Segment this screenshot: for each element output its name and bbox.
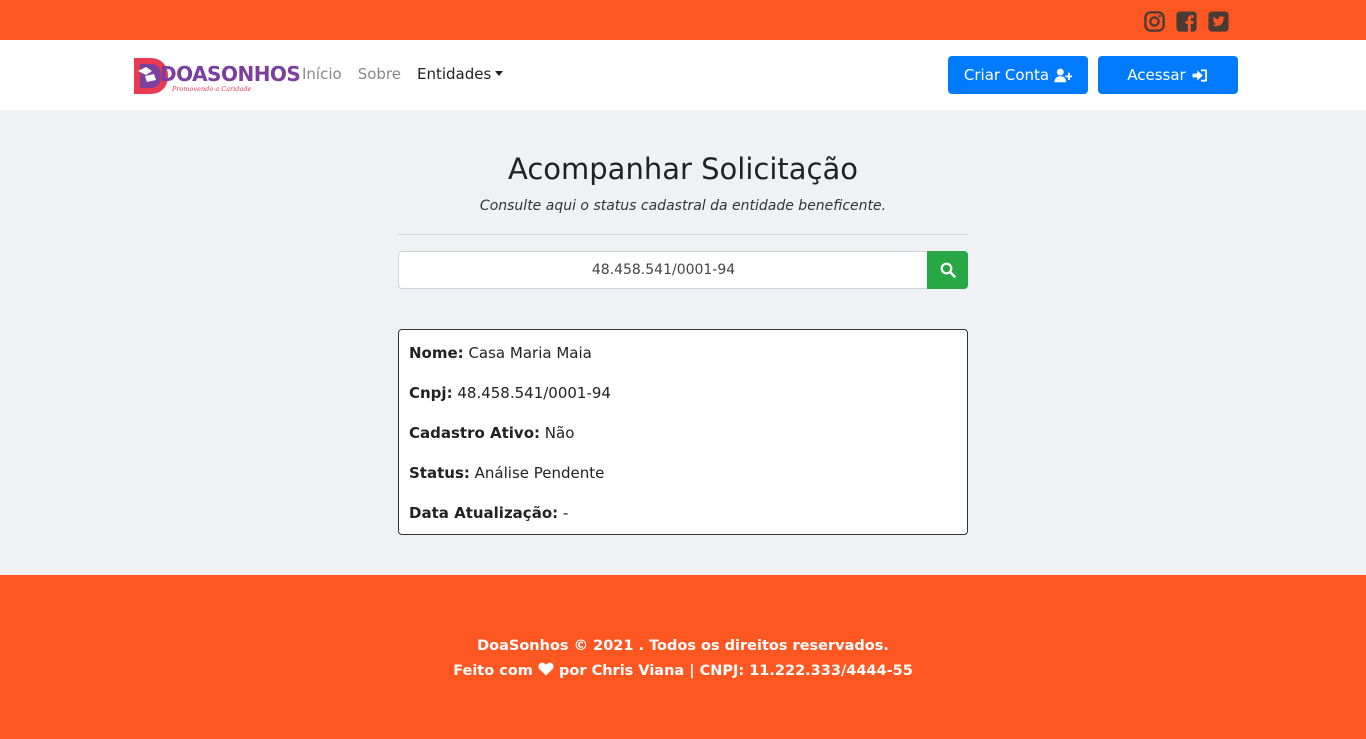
- nome-value: Casa Maria Maia: [468, 344, 592, 362]
- caret-down-icon: [495, 71, 504, 76]
- result-card: Nome: Casa Maria Maia Cnpj: 48.458.541/0…: [398, 329, 968, 535]
- page-subtitle: Consulte aqui o status cadastral da enti…: [479, 198, 887, 214]
- brand-tagline: Promovendo a Caridade: [172, 85, 252, 93]
- brand-logo[interactable]: DOASONHOS Promovendo a Caridade: [130, 52, 301, 98]
- criar-conta-label: Criar Conta: [963, 66, 1050, 84]
- top-bar: [0, 0, 1366, 40]
- heart-icon: [538, 662, 554, 676]
- instagram-icon[interactable]: [1143, 10, 1166, 33]
- cnpj-value: 48.458.541/0001-94: [457, 384, 611, 402]
- nav-sobre[interactable]: Sobre: [358, 65, 401, 83]
- social-links: [1143, 10, 1230, 33]
- search-icon: [940, 262, 956, 278]
- footer-made-with: Feito com: [453, 663, 533, 679]
- result-row-data: Data Atualização: -: [409, 504, 568, 522]
- twitter-icon[interactable]: [1207, 10, 1230, 33]
- nav-entidades-dropdown[interactable]: Entidades: [417, 65, 504, 83]
- facebook-icon[interactable]: [1175, 10, 1198, 33]
- cnpj-label: Cnpj:: [409, 384, 453, 402]
- nav-entidades-label: Entidades: [417, 65, 492, 83]
- sign-in-icon: [1192, 68, 1207, 82]
- footer-author: por Chris Viana | CNPJ: 11.222.333/4444-…: [559, 663, 913, 679]
- footer-copyright: DoaSonhos © 2021 . Todos os direitos res…: [477, 638, 889, 654]
- footer-credits: Feito com por Chris Viana | CNPJ: 11.222…: [0, 662, 1366, 679]
- acessar-button[interactable]: Acessar: [1098, 56, 1238, 94]
- user-plus-icon: [1054, 68, 1073, 82]
- ativo-label: Cadastro Ativo:: [409, 424, 541, 442]
- page-title: Acompanhar Solicitação: [508, 152, 858, 186]
- acessar-label: Acessar: [1127, 66, 1186, 84]
- search-button[interactable]: [927, 251, 968, 289]
- result-row-nome: Nome: Casa Maria Maia: [409, 344, 592, 362]
- result-row-cnpj: Cnpj: 48.458.541/0001-94: [409, 384, 611, 402]
- navbar: DOASONHOS Promovendo a Caridade Início S…: [0, 40, 1366, 110]
- status-value: Análise Pendente: [474, 464, 605, 482]
- criar-conta-button[interactable]: Criar Conta: [948, 56, 1088, 94]
- result-row-status: Status: Análise Pendente: [409, 464, 604, 482]
- data-label: Data Atualização:: [409, 504, 559, 522]
- nav-links: Início Sobre Entidades: [302, 65, 504, 83]
- result-row-ativo: Cadastro Ativo: Não: [409, 424, 574, 442]
- nome-label: Nome:: [409, 344, 464, 362]
- ativo-value: Não: [544, 424, 575, 442]
- footer: DoaSonhos © 2021 . Todos os direitos res…: [0, 575, 1366, 739]
- brand-name: DOASONHOS: [160, 62, 301, 86]
- cnpj-search-input[interactable]: [398, 251, 928, 289]
- divider: [398, 234, 968, 235]
- status-label: Status:: [409, 464, 470, 482]
- nav-inicio[interactable]: Início: [302, 65, 342, 83]
- data-value: -: [562, 504, 569, 522]
